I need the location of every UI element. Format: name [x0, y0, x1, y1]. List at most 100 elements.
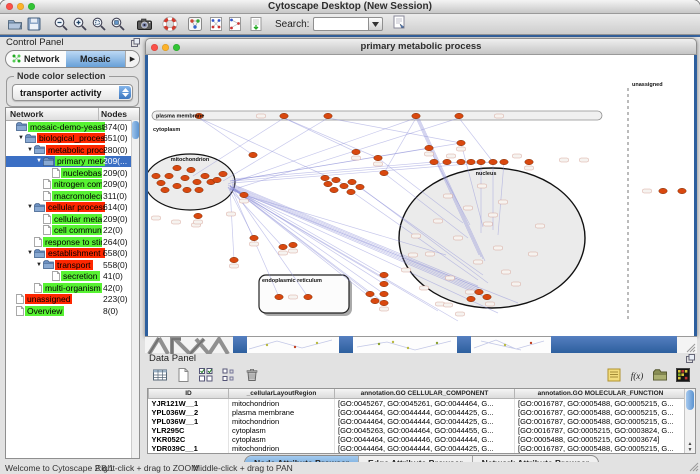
- open-file-button[interactable]: [5, 15, 24, 33]
- table-row[interactable]: YLR295Ccytoplasm[GO:0045263, GO:0044464,…: [149, 426, 687, 435]
- tree-item-unassigned[interactable]: unassigned223(0): [6, 294, 139, 306]
- network-node[interactable]: [371, 298, 379, 303]
- network-node[interactable]: [194, 213, 202, 218]
- tab-mosaic[interactable]: Mosaic: [66, 51, 126, 67]
- select-attributes-button[interactable]: [197, 367, 215, 385]
- window-titlebar[interactable]: Cytoscape Desktop (New Session): [0, 0, 700, 14]
- float-panel-icon[interactable]: [131, 38, 140, 51]
- tree-item-primary-metabo[interactable]: ▼primary metabo209(...: [6, 156, 139, 168]
- tree-item-biological-process[interactable]: ▼biological_process651(0): [6, 133, 139, 145]
- new-attribute-button[interactable]: [174, 367, 192, 385]
- network-node[interactable]: [240, 192, 248, 197]
- tree-scrollbar[interactable]: [131, 120, 139, 458]
- network-node[interactable]: [195, 187, 203, 192]
- background-window-sliver[interactable]: [353, 336, 457, 353]
- network-node[interactable]: [219, 171, 227, 176]
- tree-item-secretion[interactable]: secretion41(0): [6, 271, 139, 283]
- function-builder-button[interactable]: f(x): [628, 367, 646, 385]
- zoom-out-button[interactable]: [51, 15, 70, 33]
- table-row[interactable]: YDR039C__1mitochondrion[GO:0044464, GO:0…: [149, 444, 687, 453]
- zoom-in-button[interactable]: [70, 15, 89, 33]
- network-node[interactable]: [525, 159, 533, 164]
- tree-col-nodes[interactable]: Nodes: [98, 108, 139, 120]
- background-window-border[interactable]: [551, 336, 677, 353]
- delete-attribute-trash-button[interactable]: [243, 367, 261, 385]
- network-node[interactable]: [380, 281, 388, 286]
- network-node[interactable]: [455, 113, 463, 118]
- table-scroll-thumb[interactable]: [686, 390, 694, 410]
- minimize-button[interactable]: [17, 3, 24, 10]
- network-canvas[interactable]: plasma membranecytoplasmmitochondrionnuc…: [148, 55, 694, 336]
- table-row[interactable]: YPL036W__2plasma membrane[GO:0044464, GO…: [149, 408, 687, 417]
- search-dropdown-button[interactable]: [368, 17, 383, 31]
- network-node[interactable]: [201, 173, 209, 178]
- zoom-window-button[interactable]: [28, 3, 35, 10]
- expand-arrow-icon[interactable]: ▼: [26, 250, 34, 256]
- network-node[interactable]: [430, 159, 438, 164]
- network-node[interactable]: [356, 184, 364, 189]
- network-node[interactable]: [659, 188, 667, 193]
- network-node[interactable]: [157, 180, 165, 185]
- network-node[interactable]: [230, 257, 238, 262]
- network-node[interactable]: [304, 294, 312, 299]
- search-input[interactable]: [313, 17, 368, 31]
- tree-item-overview[interactable]: Overview8(0): [6, 305, 139, 317]
- tree-item-cellular-metabo[interactable]: cellular metabo209(0): [6, 213, 139, 225]
- network-node[interactable]: [165, 173, 173, 178]
- network-node[interactable]: [275, 294, 283, 299]
- unselect-attributes-button[interactable]: [220, 367, 238, 385]
- column-header-annotation-go-cellular-component[interactable]: annotation.GO CELLULAR_COMPONENT: [335, 389, 515, 399]
- annotation-page-button[interactable]: [391, 14, 407, 35]
- tab-overflow-button[interactable]: ▶: [125, 51, 139, 67]
- tree-scroll-thumb[interactable]: [132, 121, 139, 139]
- layout-network-a-button[interactable]: [206, 15, 225, 33]
- background-window-sliver[interactable]: [247, 336, 339, 353]
- network-node[interactable]: [332, 177, 340, 182]
- network-node[interactable]: [250, 235, 258, 240]
- network-node[interactable]: [352, 149, 360, 154]
- tree-col-network[interactable]: Network: [6, 108, 98, 120]
- network-node[interactable]: [457, 159, 465, 164]
- tree-item-cellular-process[interactable]: ▼cellular process614(0): [6, 202, 139, 214]
- table-scroll-arrows[interactable]: ▲▼: [685, 441, 695, 453]
- network-node[interactable]: [467, 159, 475, 164]
- save-session-button[interactable]: [24, 15, 43, 33]
- help-lifesaver-button[interactable]: [160, 15, 179, 33]
- expand-arrow-icon[interactable]: ▼: [35, 262, 43, 268]
- table-row[interactable]: YKR052Ccytoplasm[GO:0044464, GO:0044446,…: [149, 435, 687, 444]
- tree-item-response-to-stimul[interactable]: response to stimul264(0): [6, 236, 139, 248]
- tree-item-multi-organism-pro[interactable]: multi-organism pro42(0): [6, 282, 139, 294]
- vizmapper-button[interactable]: [185, 15, 204, 33]
- tree-item-macromolecule[interactable]: macromolecule311(0): [6, 190, 139, 202]
- tree-item-cell-communicat[interactable]: cell communicat22(0): [6, 225, 139, 237]
- network-node[interactable]: [443, 159, 451, 164]
- attribute-notes-button[interactable]: [605, 367, 623, 385]
- network-node[interactable]: [183, 187, 191, 192]
- network-node[interactable]: [324, 181, 332, 186]
- network-node[interactable]: [321, 175, 329, 180]
- network-node[interactable]: [489, 159, 497, 164]
- network-node[interactable]: [181, 175, 189, 180]
- table-row[interactable]: YJR121W__1mitochondrion[GO:0045267, GO:0…: [149, 399, 687, 409]
- network-node[interactable]: [330, 187, 338, 192]
- network-node[interactable]: [173, 165, 181, 170]
- network-node[interactable]: [380, 170, 388, 175]
- close-button[interactable]: [6, 3, 13, 10]
- network-node[interactable]: [187, 167, 195, 172]
- network-node[interactable]: [678, 188, 686, 193]
- tab-network[interactable]: Network: [6, 51, 66, 67]
- attribute-matrix-button[interactable]: [674, 367, 692, 385]
- background-window-sliver[interactable]: [471, 336, 551, 353]
- network-node[interactable]: [500, 159, 508, 164]
- network-node[interactable]: [347, 189, 355, 194]
- resize-grip[interactable]: [689, 462, 699, 473]
- table-row[interactable]: YPL036W__1mitochondrion[GO:0044464, GO:0…: [149, 417, 687, 426]
- zoom-fit-button[interactable]: [108, 15, 127, 33]
- network-node[interactable]: [324, 113, 332, 118]
- import-network-button[interactable]: [246, 15, 265, 33]
- expand-arrow-icon[interactable]: ▼: [26, 147, 34, 153]
- network-node[interactable]: [477, 159, 485, 164]
- network-view-titlebar[interactable]: primary metabolic process: [145, 38, 697, 55]
- network-node[interactable]: [467, 296, 475, 301]
- network-node[interactable]: [412, 113, 420, 118]
